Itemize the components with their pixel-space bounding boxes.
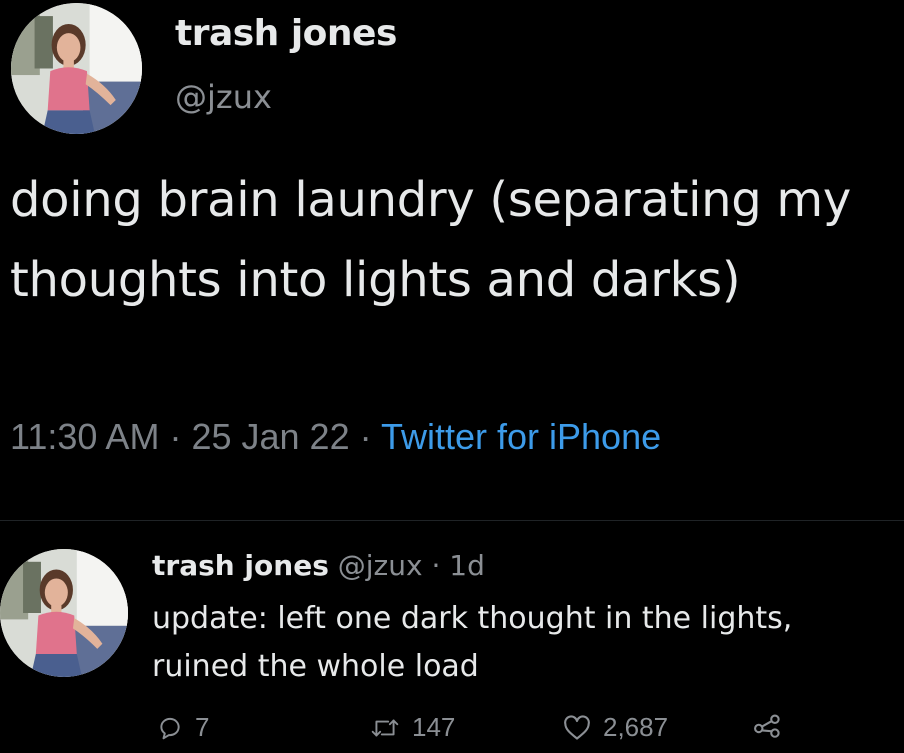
reply-count: 7 (195, 712, 210, 742)
tweet-time[interactable]: 11:30 AM (10, 416, 159, 457)
like-button[interactable]: 2,687 (563, 712, 668, 743)
reply-button[interactable]: 7 (157, 712, 209, 743)
divider (0, 520, 904, 521)
reply-avatar[interactable] (0, 549, 128, 677)
retweet-count: 147 (412, 712, 456, 742)
tweet-date[interactable]: 25 Jan 22 (191, 416, 349, 457)
share-icon (754, 714, 780, 738)
tweet-meta: 11:30 AM · 25 Jan 22 · Twitter for iPhon… (10, 416, 661, 458)
main-avatar[interactable] (11, 3, 142, 134)
retweet-icon (371, 719, 399, 736)
reply-author-name[interactable]: trash jones (152, 549, 329, 582)
reply-age[interactable]: 1d (449, 549, 485, 582)
meta-separator: · (359, 416, 372, 457)
reply-text: update: left one dark thought in the lig… (152, 601, 793, 684)
author-name[interactable]: trash jones (175, 13, 397, 54)
retweet-button[interactable]: 147 (370, 712, 455, 743)
like-count: 2,687 (603, 712, 669, 742)
profile-photo-image (0, 549, 128, 677)
speech-bubble-icon (160, 717, 180, 739)
heart-icon (564, 714, 590, 740)
meta-separator: · (169, 416, 182, 457)
tweet-text: doing brain laundry (separating my thoug… (10, 172, 851, 308)
reply-author-handle[interactable]: @jzux (338, 549, 423, 582)
reply-separator: · (431, 549, 441, 582)
profile-photo-image (11, 3, 142, 134)
share-button[interactable] (753, 712, 783, 738)
reply-header: trash jones @jzux · 1d (152, 549, 485, 582)
author-handle[interactable]: @jzux (175, 78, 272, 116)
tweet-source-link[interactable]: Twitter for iPhone (381, 416, 661, 457)
